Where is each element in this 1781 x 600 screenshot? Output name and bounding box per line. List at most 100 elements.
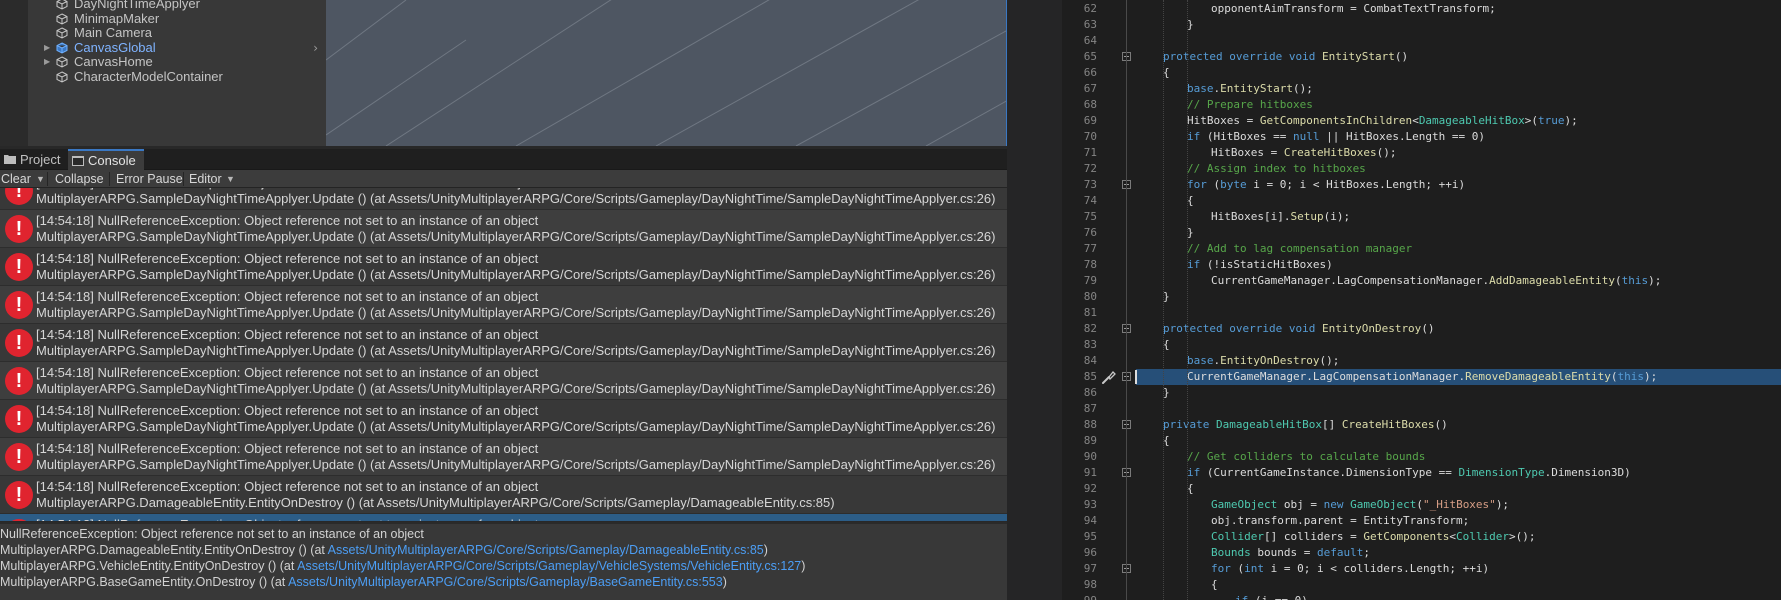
code-line[interactable]: HitBoxes = CreateHitBoxes(); (1211, 145, 1396, 161)
code-line[interactable]: CurrentGameManager.LagCompensationManage… (1211, 273, 1661, 289)
code-token: Bounds (1211, 546, 1251, 559)
console-log-entry[interactable]: ![14:54:18] NullReferenceException: Obje… (0, 324, 1007, 362)
quick-action-brush-icon[interactable] (1100, 369, 1118, 385)
code-token: CreateHitBoxes (1341, 418, 1435, 431)
code-token: override (1229, 322, 1283, 335)
scene-view[interactable] (326, 0, 1007, 146)
code-token: // Get colliders to calculate bounds (1187, 450, 1426, 463)
frame-suffix: ) (763, 543, 768, 557)
console-icon (72, 156, 84, 166)
frame-file-link[interactable]: Assets/UnityMultiplayerARPG/Core/Scripts… (297, 559, 801, 573)
console-log-entry[interactable]: ![14:54:18] NullReferenceException: Obje… (0, 400, 1007, 438)
console-log-entry[interactable]: ![14:54:18] NullReferenceException: Obje… (0, 210, 1007, 248)
log-stack-summary: MultiplayerARPG.SampleDayNightTimeApplye… (36, 381, 996, 396)
line-number: 92 (1083, 482, 1097, 495)
code-token: [] colliders = (1263, 530, 1364, 543)
code-line[interactable]: base.EntityStart(); (1187, 81, 1313, 97)
code-token: true (1538, 114, 1565, 127)
collapse-toggle[interactable]: Collapse (55, 170, 104, 188)
code-line[interactable]: Bounds bounds = default; (1211, 545, 1370, 561)
console-log-entry[interactable]: ![14:54:18] NullReferenceException: Obje… (0, 362, 1007, 400)
code-line[interactable]: for (int i = 0; i < colliders.Length; ++… (1211, 561, 1489, 577)
code-line[interactable]: for (byte i = 0; i < HitBoxes.Length; ++… (1187, 177, 1465, 193)
clear-button[interactable]: Clear (1, 170, 31, 188)
code-line[interactable]: private DamageableHitBox[] CreateHitBoxe… (1163, 417, 1448, 433)
console-log-entry[interactable]: ![14:54:18] NullReferenceException: Obje… (0, 286, 1007, 324)
code-line[interactable]: CurrentGameManager.LagCompensationManage… (1187, 369, 1657, 385)
code-line[interactable]: if (CurrentGameInstance.DimensionType ==… (1187, 465, 1631, 481)
code-token: protected (1163, 322, 1223, 335)
code-line[interactable]: // Assign index to hitboxes (1187, 161, 1366, 177)
toolbar-divider (109, 172, 110, 186)
stacktrace-frame: MultiplayerARPG.DamageableEntity.EntityO… (0, 543, 768, 557)
code-token: AddDamageableEntity (1489, 274, 1615, 287)
code-token: i = 0; i < colliders.Length; ++i) (1264, 562, 1490, 575)
code-token: (i == 0) (1248, 594, 1308, 600)
code-token: || HitBoxes.Length == 0) (1319, 130, 1486, 143)
line-number: 87 (1083, 402, 1097, 415)
code-line[interactable]: if (i == 0) (1235, 593, 1308, 600)
code-line[interactable]: HitBoxes[i].Setup(i); (1211, 209, 1350, 225)
code-token: GameObject (1350, 498, 1417, 511)
code-line[interactable]: if (!isStaticHitBoxes) (1187, 257, 1333, 273)
line-number: 63 (1083, 18, 1097, 31)
code-editor[interactable]: 62 opponentAimTransform = CombatTextTrans… (1062, 0, 1781, 600)
gameobject-cube-icon (56, 56, 68, 68)
code-line[interactable]: protected override void EntityStart() (1163, 49, 1408, 65)
frame-file-link[interactable]: Assets/UnityMultiplayerARPG/Core/Scripts… (288, 575, 723, 589)
console-log-entry[interactable]: ![14:54:18] NullReferenceException: Obje… (0, 476, 1007, 514)
editor-dropdown[interactable]: Editor (189, 170, 222, 188)
code-line[interactable]: // Add to lag compensation manager (1187, 241, 1412, 257)
code-token: obj = (1277, 498, 1324, 511)
tab-project[interactable]: Project (0, 149, 66, 170)
code-line[interactable]: base.EntityOnDestroy(); (1187, 353, 1339, 369)
gameobject-cube-icon (56, 0, 68, 10)
code-line[interactable]: // Get colliders to calculate bounds (1187, 449, 1425, 465)
code-line[interactable]: obj.transform.parent = EntityTransform; (1211, 513, 1469, 529)
tab-console[interactable]: Console (68, 149, 144, 170)
code-line[interactable]: protected override void EntityOnDestroy(… (1163, 321, 1435, 337)
console-log-entry[interactable]: ![14:54:18] NullReferenceException: Obje… (0, 514, 1007, 521)
code-line[interactable]: // Prepare hitboxes (1187, 97, 1313, 113)
hierarchy-item[interactable]: CharacterModelContainer (28, 69, 326, 85)
console-log-entry[interactable]: ![14:54:18] NullReferenceException: Obje… (0, 188, 1007, 210)
code-token: (!isStaticHitBoxes) (1200, 258, 1333, 271)
frame-file-link[interactable]: Assets/UnityMultiplayerARPG/Core/Scripts… (328, 543, 764, 557)
line-number: 75 (1083, 210, 1097, 223)
code-token: ( (1230, 562, 1245, 575)
error-icon: ! (5, 253, 33, 281)
console-log-list[interactable]: ![14:54:18] NullReferenceException: Obje… (0, 188, 1007, 521)
error-pause-toggle[interactable]: Error Pause (116, 170, 183, 188)
console-log-entry[interactable]: ![14:54:18] NullReferenceException: Obje… (0, 438, 1007, 476)
tab-label: Project (20, 152, 61, 167)
console-toolbar: Clear ▼ Collapse Error Pause Editor ▼ (0, 170, 1007, 188)
code-token: if (1187, 258, 1201, 271)
code-token: ( (1206, 178, 1221, 191)
code-token: DimensionType (1458, 466, 1545, 479)
code-line[interactable]: HitBoxes = GetComponentsInChildren<Damag… (1187, 113, 1578, 129)
code-token: ; (1363, 546, 1370, 559)
error-icon: ! (5, 443, 33, 471)
code-line[interactable]: opponentAimTransform = CombatTextTransfo… (1211, 1, 1496, 17)
clear-dropdown-icon[interactable]: ▼ (36, 170, 45, 188)
frame-suffix: ) (722, 575, 727, 589)
code-token: Setup (1290, 210, 1324, 223)
log-message: [14:54:18] NullReferenceException: Objec… (36, 327, 539, 342)
log-stack-summary: MultiplayerARPG.SampleDayNightTimeApplye… (36, 191, 996, 206)
code-token: (HitBoxes == (1200, 130, 1293, 143)
line-number: 78 (1083, 258, 1097, 271)
log-message: [14:54:18] NullReferenceException: Objec… (36, 403, 539, 418)
line-number: 67 (1083, 82, 1097, 95)
text-caret (1135, 370, 1137, 384)
code-token: ); (1648, 274, 1662, 287)
console-log-entry[interactable]: ![14:54:18] NullReferenceException: Obje… (0, 248, 1007, 286)
log-message: [14:54:18] NullReferenceException: Objec… (36, 479, 539, 494)
line-number: 79 (1083, 274, 1097, 287)
editor-dropdown-icon[interactable]: ▼ (226, 170, 235, 188)
line-number: 80 (1083, 290, 1097, 303)
code-line[interactable]: if (HitBoxes == null || HitBoxes.Length … (1187, 129, 1485, 145)
code-line[interactable]: GameObject obj = new GameObject("_HitBox… (1211, 497, 1509, 513)
folder-icon (4, 155, 16, 164)
code-line[interactable]: Collider[] colliders = GetComponents<Col… (1211, 529, 1536, 545)
code-line[interactable]: { (1211, 577, 1218, 593)
